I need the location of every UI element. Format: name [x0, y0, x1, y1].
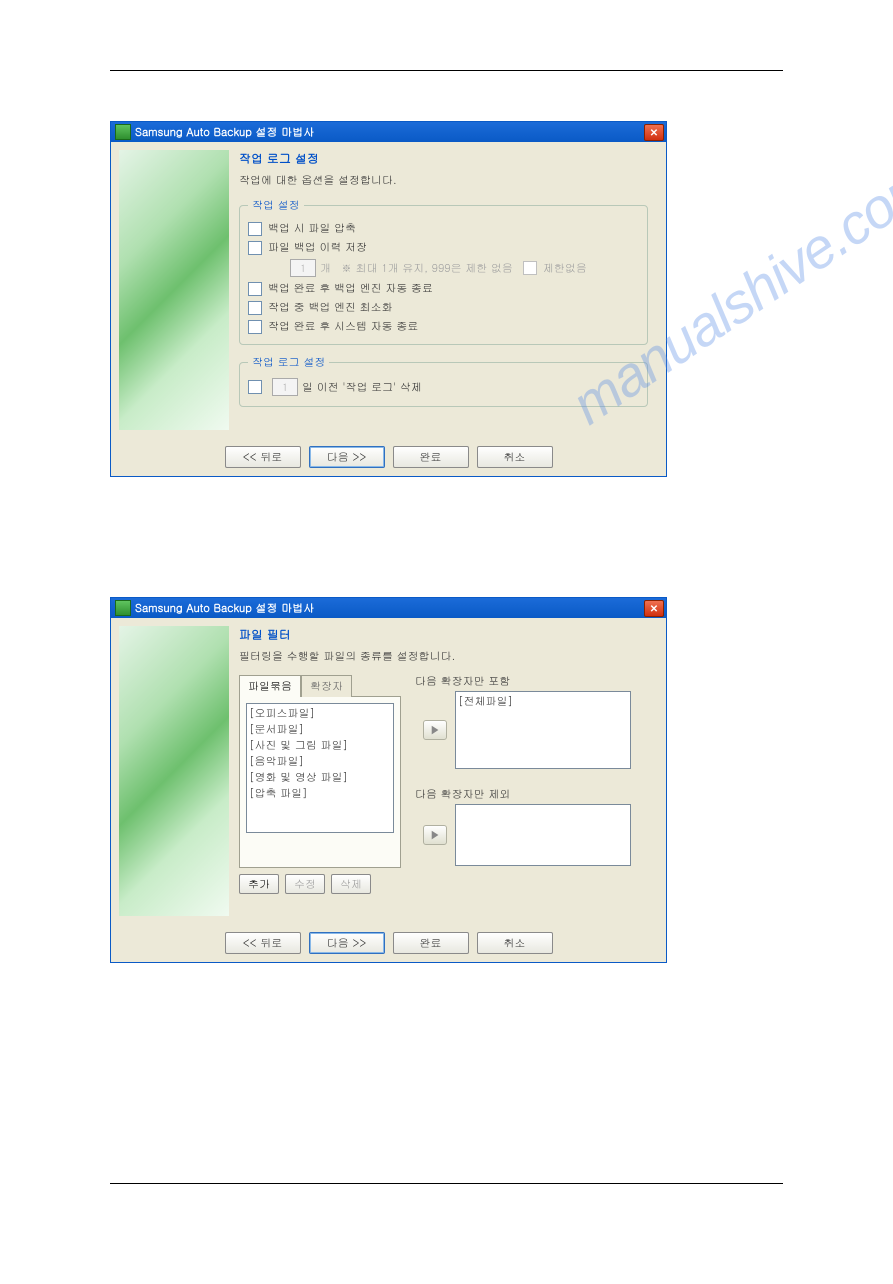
label-minimize: 작업 중 백업 엔진 최소화	[268, 300, 393, 315]
next-button[interactable]: 다음 >>	[309, 446, 385, 468]
left-panel: 파일묶음 확장자 [오피스파일] [문서파일] [사진 및 그림 파일] [음악…	[239, 674, 401, 894]
file-type-listbox[interactable]: [오피스파일] [문서파일] [사진 및 그림 파일] [음악파일] [영화 및…	[246, 703, 394, 833]
close-button[interactable]: ✕	[644, 124, 664, 141]
close-icon: ✕	[650, 125, 658, 139]
delete-button[interactable]: 삭제	[331, 874, 371, 894]
spin-unit: 개	[320, 261, 331, 276]
task-log-legend: 작업 로그 설정	[248, 355, 329, 370]
include-listbox[interactable]: [전체파일]	[455, 691, 631, 769]
close-icon: ✕	[650, 601, 658, 615]
include-label: 다음 확장자만 포함	[415, 674, 631, 689]
arrow-exclude-button[interactable]: ▶	[423, 825, 447, 845]
history-count-spinner[interactable]: 1	[290, 259, 316, 277]
add-button[interactable]: 추가	[239, 874, 279, 894]
finish-button[interactable]: 완료	[393, 932, 469, 954]
wizard-dialog-file-filter: Samsung Auto Backup 설정 마법사 ✕ 파일 필터 필터링을 …	[110, 597, 667, 963]
checkbox-shutdown[interactable]	[248, 320, 262, 334]
label-shutdown: 작업 완료 후 시스템 자동 종료	[268, 319, 418, 334]
checkbox-minimize[interactable]	[248, 301, 262, 315]
task-settings-legend: 작업 설정	[248, 198, 304, 213]
section-description: 필터링을 수행할 파일의 종류를 설정합니다.	[239, 649, 648, 664]
window-title: Samsung Auto Backup 설정 마법사	[135, 601, 314, 616]
list-item[interactable]: [전체파일]	[458, 694, 628, 710]
section-description: 작업에 대한 옵션을 설정합니다.	[239, 173, 648, 188]
list-item[interactable]: [문서파일]	[249, 722, 391, 738]
list-item[interactable]: [오피스파일]	[249, 706, 391, 722]
edit-button[interactable]: 수정	[285, 874, 325, 894]
tab-extension[interactable]: 확장자	[301, 675, 352, 697]
checkbox-auto-exit[interactable]	[248, 282, 262, 296]
task-settings-group: 작업 설정 백업 시 파일 압축 파일 백업 이력 저장 1 개 ※ 최대 1개…	[239, 198, 648, 345]
label-auto-exit: 백업 완료 후 백업 엔진 자동 종료	[268, 281, 433, 296]
task-log-group: 작업 로그 설정 1 일 이전 '작업 로그' 삭제	[239, 355, 648, 407]
app-icon	[115, 124, 131, 140]
label-compress: 백업 시 파일 압축	[268, 221, 356, 236]
tab-content: [오피스파일] [문서파일] [사진 및 그림 파일] [음악파일] [영화 및…	[239, 696, 401, 868]
log-days-spinner[interactable]: 1	[272, 378, 298, 396]
exclude-listbox[interactable]	[455, 804, 631, 866]
section-heading: 파일 필터	[239, 626, 648, 643]
cancel-button[interactable]: 취소	[477, 446, 553, 468]
spin-note: ※ 최대 1개 유지, 999은 제한 없음	[341, 261, 513, 276]
arrow-right-icon: ▶	[430, 828, 441, 843]
label-nolimit: 제한없음	[543, 261, 587, 276]
sidebar-image	[119, 626, 229, 916]
titlebar: Samsung Auto Backup 설정 마법사 ✕	[111, 598, 666, 618]
back-button[interactable]: << 뒤로	[225, 932, 301, 954]
finish-button[interactable]: 완료	[393, 446, 469, 468]
list-item[interactable]: [영화 및 영상 파일]	[249, 770, 391, 786]
right-panel: 다음 확장자만 포함 ▶ [전체파일] 다음 확장자	[415, 674, 631, 884]
list-item[interactable]: [압축 파일]	[249, 786, 391, 802]
checkbox-log-delete[interactable]	[248, 380, 262, 394]
label-history: 파일 백업 이력 저장	[268, 240, 367, 255]
checkbox-history[interactable]	[248, 241, 262, 255]
checkbox-nolimit[interactable]	[523, 261, 537, 275]
wizard-dialog-log-settings: Samsung Auto Backup 설정 마법사 ✕ 작업 로그 설정 작업…	[110, 121, 667, 477]
window-title: Samsung Auto Backup 설정 마법사	[135, 125, 314, 140]
close-button[interactable]: ✕	[644, 600, 664, 617]
list-item[interactable]: [음악파일]	[249, 754, 391, 770]
list-item[interactable]: [사진 및 그림 파일]	[249, 738, 391, 754]
cancel-button[interactable]: 취소	[477, 932, 553, 954]
back-button[interactable]: << 뒤로	[225, 446, 301, 468]
exclude-label: 다음 확장자만 제외	[415, 787, 631, 802]
app-icon	[115, 600, 131, 616]
arrow-include-button[interactable]: ▶	[423, 720, 447, 740]
titlebar: Samsung Auto Backup 설정 마법사 ✕	[111, 122, 666, 142]
label-log-delete: 일 이전 '작업 로그' 삭제	[302, 380, 422, 395]
next-button[interactable]: 다음 >>	[309, 932, 385, 954]
checkbox-compress[interactable]	[248, 222, 262, 236]
arrow-right-icon: ▶	[430, 723, 441, 738]
tab-file-bundle[interactable]: 파일묶음	[239, 675, 301, 697]
sidebar-image	[119, 150, 229, 430]
section-heading: 작업 로그 설정	[239, 150, 648, 167]
